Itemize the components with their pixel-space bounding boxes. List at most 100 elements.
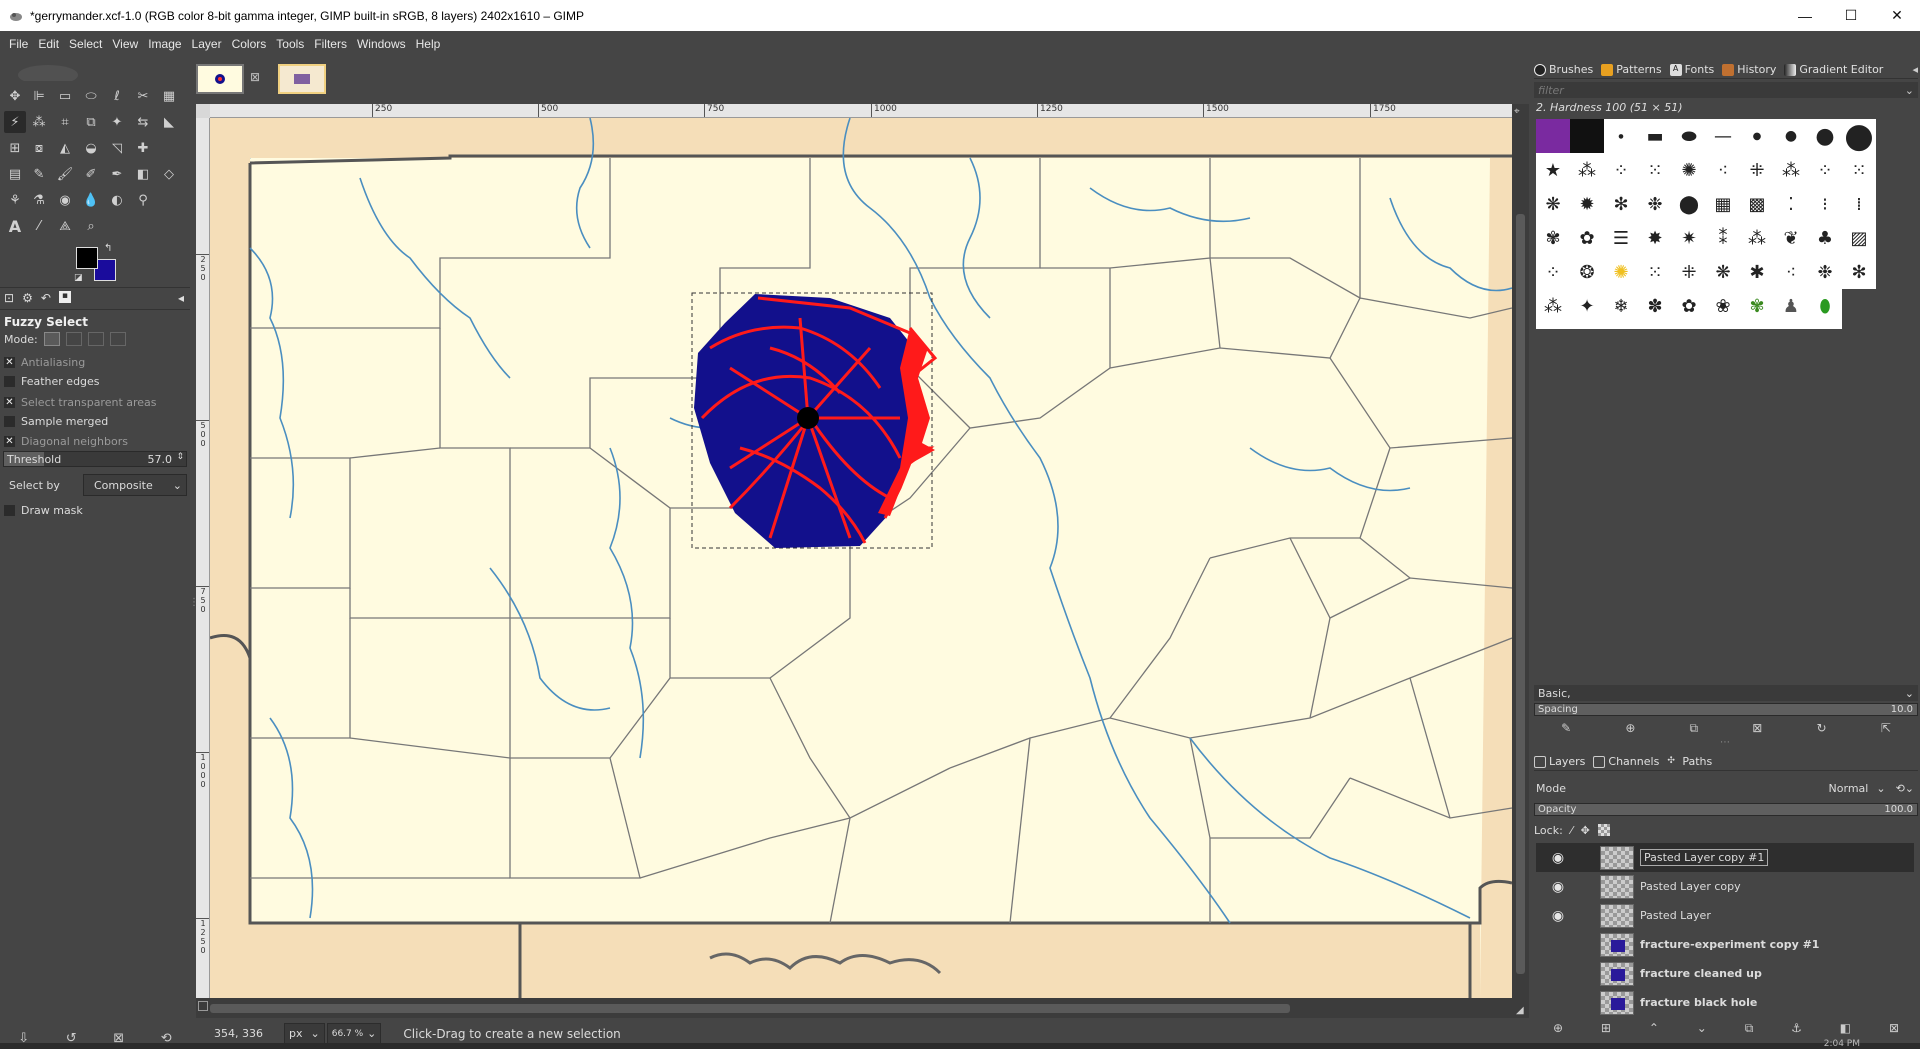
duplicate-layer-icon[interactable]: ⧉: [1745, 1021, 1754, 1041]
fg-color-swatch[interactable]: [76, 247, 98, 269]
brush-cell[interactable]: [1570, 119, 1604, 153]
brush-cell[interactable]: ⁜: [1740, 153, 1774, 187]
horizontal-scroll-thumb[interactable]: [210, 1004, 1290, 1013]
device-status-tab-icon[interactable]: ⚙: [22, 291, 33, 307]
reset-colors-icon[interactable]: ◪: [74, 273, 84, 283]
brush-cell[interactable]: ⁂: [1774, 153, 1808, 187]
quick-mask-icon[interactable]: [198, 1001, 208, 1011]
image-tab-second[interactable]: [278, 64, 326, 94]
brush-cell[interactable]: ⬮: [1808, 289, 1842, 323]
antialiasing-checkbox[interactable]: ✕: [4, 357, 15, 368]
lasso-icon[interactable]: ℓ: [106, 85, 128, 107]
brush-cell[interactable]: ♣: [1808, 221, 1842, 255]
brush-cell[interactable]: ✷: [1672, 221, 1706, 255]
brush-cell[interactable]: ⁙: [1638, 255, 1672, 289]
brush-cell[interactable]: ●: [1604, 119, 1638, 153]
open-as-image-icon[interactable]: ⇱: [1881, 721, 1891, 739]
horizontal-scrollbar[interactable]: [196, 998, 1512, 1018]
brush-cell[interactable]: ⁖: [1774, 255, 1808, 289]
diagonal-neighbors-option[interactable]: ✕ Diagonal neighbors: [4, 435, 128, 448]
paths-icon[interactable]: ⧇: [28, 137, 50, 159]
menu-colors[interactable]: Colors: [227, 37, 272, 51]
brush-cell[interactable]: ✿: [1570, 221, 1604, 255]
lock-pixels-icon[interactable]: ⁄: [1571, 824, 1573, 837]
raise-layer-icon[interactable]: ⌃: [1649, 1021, 1659, 1041]
delete-brush-icon[interactable]: ⊠: [1752, 721, 1762, 739]
menu-file[interactable]: File: [4, 37, 33, 51]
brush-cell[interactable]: ✿: [1672, 289, 1706, 323]
refresh-brushes-icon[interactable]: ↻: [1817, 721, 1827, 739]
draw-mask-checkbox[interactable]: [4, 505, 15, 516]
dodge-burn-icon[interactable]: ◐: [106, 189, 128, 211]
smudge-icon[interactable]: 💧: [80, 189, 102, 211]
antialiasing-option[interactable]: ✕ Antialiasing: [4, 356, 85, 369]
vertical-scrollbar[interactable]: ⌖ ◢: [1512, 104, 1529, 1018]
brush-cell[interactable]: ❉: [1808, 255, 1842, 289]
move-tool-icon[interactable]: ✥: [4, 85, 26, 107]
tab-paths[interactable]: ✣ Paths: [1667, 755, 1712, 768]
brush-cell[interactable]: ▩: [1740, 187, 1774, 221]
layer-name[interactable]: fracture black hole: [1640, 996, 1757, 1009]
brush-cell[interactable]: ✹: [1570, 187, 1604, 221]
brush-cell[interactable]: ⁂: [1570, 153, 1604, 187]
edit-brush-icon[interactable]: ✎: [1561, 721, 1571, 739]
layer-row[interactable]: ◉ Pasted Layer: [1536, 901, 1914, 930]
perspective-clone-icon[interactable]: ⚗: [28, 189, 50, 211]
tab-menu-icon[interactable]: ◂: [178, 291, 184, 307]
tab-history[interactable]: History: [1722, 63, 1776, 76]
brush-cell[interactable]: ✾: [1536, 221, 1570, 255]
lock-position-icon[interactable]: ✥: [1581, 824, 1590, 837]
unified-transform-icon[interactable]: ⧉: [80, 111, 102, 133]
menu-layer[interactable]: Layer: [187, 37, 227, 51]
tab-menu-icon[interactable]: ◂: [1912, 63, 1918, 76]
feather-edges-checkbox[interactable]: [4, 376, 15, 387]
eye-hidden-icon[interactable]: ◉: [1546, 995, 1570, 1011]
mode-add-button[interactable]: [65, 332, 82, 346]
brush-cell[interactable]: ⬬: [1672, 119, 1706, 153]
brush-cell[interactable]: ▬: [1638, 119, 1672, 153]
foreground-select-icon[interactable]: ▦: [158, 85, 180, 107]
brush-cell[interactable]: ⁙: [1638, 153, 1672, 187]
menu-help[interactable]: Help: [411, 37, 446, 51]
layer-row[interactable]: ◉ fracture-experiment copy #1: [1536, 930, 1914, 959]
menu-view[interactable]: View: [107, 37, 143, 51]
delete-layer-icon[interactable]: ⊠: [1889, 1021, 1899, 1041]
threshold-spin-icon[interactable]: ⇕: [176, 452, 184, 462]
layer-name[interactable]: Pasted Layer: [1640, 909, 1711, 922]
layer-row[interactable]: ◉ Pasted Layer copy: [1536, 872, 1914, 901]
brush-cell[interactable]: ▦: [1706, 187, 1740, 221]
mode-subtract-button[interactable]: [87, 332, 104, 346]
images-tab-icon[interactable]: ▪: [58, 291, 71, 303]
brush-cell[interactable]: ✱: [1740, 255, 1774, 289]
brush-cell[interactable]: ⁖: [1706, 153, 1740, 187]
layer-name[interactable]: Pasted Layer copy: [1640, 880, 1741, 893]
brush-cell[interactable]: ●: [1808, 119, 1842, 153]
brush-cell[interactable]: ⁂: [1536, 289, 1570, 323]
layer-name[interactable]: fracture-experiment copy #1: [1640, 938, 1819, 951]
text-flip-icon[interactable]: ◣: [158, 111, 180, 133]
heal-icon[interactable]: ✚: [132, 137, 154, 159]
duplicate-brush-icon[interactable]: ⧉: [1690, 721, 1699, 739]
eraser-icon[interactable]: ◇: [158, 163, 180, 185]
brush-cell[interactable]: ❦: [1774, 221, 1808, 255]
diagonal-neighbors-checkbox[interactable]: ✕: [4, 436, 15, 447]
ink-icon[interactable]: ✒: [106, 163, 128, 185]
brush-cell[interactable]: —: [1706, 119, 1740, 153]
brush-cell[interactable]: ⁑: [1706, 221, 1740, 255]
lower-layer-icon[interactable]: ⌄: [1697, 1021, 1707, 1041]
draw-mask-option[interactable]: Draw mask: [4, 504, 83, 517]
scissors-icon[interactable]: ✂: [132, 85, 154, 107]
measure-icon[interactable]: ◹: [106, 137, 128, 159]
mode-replace-button[interactable]: [43, 332, 60, 346]
menu-filters[interactable]: Filters: [309, 37, 352, 51]
brush-cell[interactable]: ⁂: [1740, 221, 1774, 255]
brush-cell[interactable]: ✸: [1638, 221, 1672, 255]
brush-cell[interactable]: ✺: [1672, 153, 1706, 187]
bucket-fill-icon[interactable]: ◭: [54, 137, 76, 159]
brush-cell[interactable]: ✽: [1638, 289, 1672, 323]
brush-cell[interactable]: ❋: [1536, 187, 1570, 221]
brush-cell[interactable]: ♟: [1774, 289, 1808, 323]
text-tool-icon[interactable]: A: [4, 215, 26, 237]
zoom-icon[interactable]: ⌕: [80, 215, 102, 237]
clone-icon[interactable]: ⚘: [4, 189, 26, 211]
